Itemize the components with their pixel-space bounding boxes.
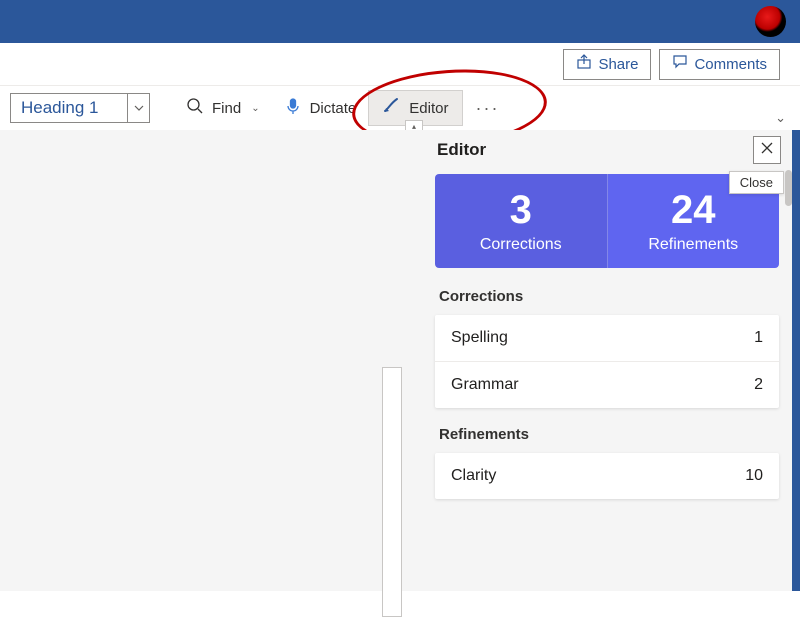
- microphone-icon: [284, 97, 302, 119]
- dictate-button[interactable]: Dictate: [272, 86, 369, 131]
- styles-dropdown[interactable]: Heading 1: [10, 93, 150, 123]
- dictate-label: Dictate: [310, 100, 357, 117]
- list-item[interactable]: Clarity 10: [435, 453, 779, 499]
- list-item-label: Spelling: [451, 329, 508, 347]
- editor-pen-icon: [383, 97, 401, 119]
- share-icon: [576, 54, 592, 74]
- find-label: Find: [212, 100, 241, 117]
- editor-button-label: Editor: [409, 100, 448, 117]
- close-button[interactable]: Close: [753, 136, 781, 164]
- comments-label: Comments: [694, 56, 767, 73]
- window-titlebar: [0, 0, 800, 43]
- list-item-count: 2: [754, 376, 763, 394]
- editor-panel: Editor Close 3 Corrections 24 Refinement…: [429, 130, 785, 591]
- refinements-score-label: Refinements: [616, 236, 772, 254]
- ribbon: Heading 1 Find ⌄ Dictate Edit: [0, 85, 800, 130]
- comment-icon: [672, 54, 688, 74]
- share-label: Share: [598, 56, 638, 73]
- list-item[interactable]: Grammar 2: [435, 362, 779, 408]
- more-button[interactable]: ···: [463, 98, 511, 119]
- content-area: Editor Close 3 Corrections 24 Refinement…: [0, 130, 800, 591]
- chevron-down-icon: [127, 94, 149, 122]
- top-action-bar: Share Comments: [0, 43, 800, 85]
- close-tooltip: Close: [729, 171, 784, 194]
- chevron-down-icon: ⌄: [251, 103, 259, 114]
- styles-dropdown-label: Heading 1: [11, 98, 127, 118]
- refinements-count: 24: [616, 190, 772, 230]
- corrections-count: 3: [443, 190, 599, 230]
- refinements-section-label: Refinements: [439, 426, 775, 443]
- comments-button[interactable]: Comments: [659, 49, 780, 80]
- list-item[interactable]: Spelling 1: [435, 315, 779, 362]
- scrollbar-thumb[interactable]: [785, 170, 792, 206]
- panel-title: Editor: [437, 140, 486, 160]
- score-row: 3 Corrections 24 Refinements: [435, 174, 779, 268]
- list-item-label: Grammar: [451, 376, 519, 394]
- list-item-label: Clarity: [451, 467, 496, 485]
- corrections-section-label: Corrections: [439, 288, 775, 305]
- ribbon-collapse-chevron[interactable]: ⌄: [775, 110, 786, 126]
- list-item-count: 1: [754, 329, 763, 347]
- corrections-list: Spelling 1 Grammar 2: [435, 315, 779, 408]
- window-right-edge: [792, 130, 800, 591]
- document-page[interactable]: [382, 367, 402, 617]
- corrections-score-label: Corrections: [443, 236, 599, 254]
- search-icon: [186, 97, 204, 119]
- corrections-score-card[interactable]: 3 Corrections: [435, 174, 608, 268]
- find-button[interactable]: Find ⌄: [174, 86, 272, 131]
- avatar[interactable]: [755, 6, 786, 37]
- close-icon: [760, 141, 774, 160]
- share-button[interactable]: Share: [563, 49, 651, 80]
- refinements-list: Clarity 10: [435, 453, 779, 499]
- list-item-count: 10: [745, 467, 763, 485]
